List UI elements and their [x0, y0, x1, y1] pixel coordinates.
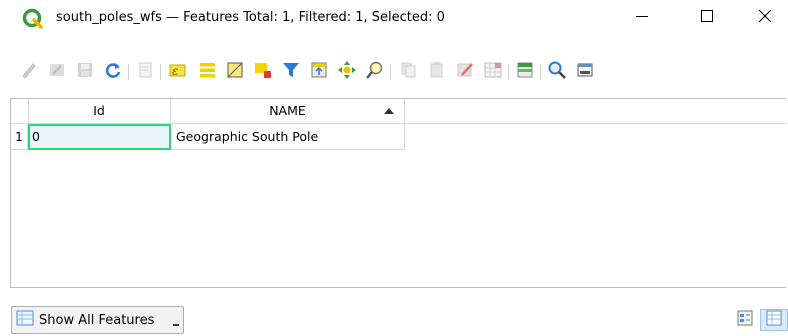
table-corner-button[interactable]: [11, 99, 29, 123]
zoom-to-selected-button[interactable]: [364, 61, 386, 83]
refresh-icon: [104, 61, 122, 83]
move-selection-top-button[interactable]: [308, 61, 330, 83]
copy-rows-button[interactable]: [398, 61, 420, 83]
table-icon: [16, 309, 34, 331]
invert-selection-button[interactable]: [224, 61, 246, 83]
form-view-button[interactable]: [735, 309, 755, 331]
window-title: south_poles_wfs — Features Total: 1, Fil…: [56, 10, 445, 25]
attribute-table[interactable]: Id NAME 1 0 Geographic South Pole: [10, 98, 786, 288]
toggle-editing-button[interactable]: [18, 61, 40, 83]
toolbar-separator: [160, 64, 161, 80]
maximize-button[interactable]: [684, 0, 730, 36]
zoom-icon: [365, 60, 385, 84]
sort-ascending-icon: [384, 108, 394, 114]
column-header-name[interactable]: NAME: [171, 99, 405, 123]
new-field-button[interactable]: [482, 61, 504, 83]
toolbar-separator: [128, 64, 129, 80]
paste-icon: [428, 61, 446, 83]
table-row[interactable]: 1 0 Geographic South Pole: [11, 124, 405, 150]
invert-selection-icon: [225, 60, 245, 84]
close-button[interactable]: [742, 0, 788, 36]
dock-icon: [575, 60, 595, 84]
show-all-features-label: Show All Features: [39, 312, 155, 328]
table-view-button[interactable]: [760, 309, 788, 331]
column-header-name-label: NAME: [269, 103, 306, 118]
column-header-id[interactable]: Id: [28, 99, 171, 123]
toolbar-separator: [390, 64, 391, 80]
close-icon: [758, 9, 772, 26]
pan-icon: [337, 60, 357, 84]
table-header: Id NAME: [11, 99, 786, 124]
multi-edit-icon: [48, 61, 66, 83]
row-header[interactable]: 1: [11, 124, 28, 150]
save-edits-button[interactable]: [74, 61, 96, 83]
add-feature-icon: [136, 61, 154, 83]
pan-to-selected-button[interactable]: [336, 61, 358, 83]
form-view-icon: [736, 309, 754, 331]
delete-icon: [456, 61, 474, 83]
table-cell-id[interactable]: 0: [28, 124, 171, 150]
title-bar: south_poles_wfs — Features Total: 1, Fil…: [0, 0, 788, 36]
filter-select-button[interactable]: [280, 61, 302, 83]
select-all-button[interactable]: [196, 61, 218, 83]
select-by-expression-button[interactable]: ε: [166, 61, 188, 83]
toolbar-separator: [508, 64, 509, 80]
conditional-format-icon: [547, 60, 567, 84]
add-feature-button[interactable]: [134, 61, 156, 83]
pencil-icon: [20, 61, 38, 83]
dropdown-indicator-icon: [173, 324, 179, 326]
save-icon: [76, 61, 94, 83]
deselect-icon: [253, 60, 273, 84]
new-field-icon: [483, 60, 503, 84]
show-all-features-button[interactable]: Show All Features: [11, 306, 184, 334]
minimize-icon: [636, 10, 648, 26]
field-calculator-button[interactable]: [514, 61, 536, 83]
table-view-icon: [765, 309, 783, 331]
copy-icon: [400, 61, 418, 83]
toolbar-separator: [540, 64, 541, 80]
expression-select-icon: ε: [167, 60, 187, 84]
filter-icon: [281, 60, 301, 84]
qgis-icon: [22, 8, 44, 30]
toggle-multi-edit-button[interactable]: [46, 61, 68, 83]
svg-text:ε: ε: [172, 64, 178, 78]
bottom-bar: Show All Features: [0, 292, 788, 336]
paste-features-button[interactable]: [426, 61, 448, 83]
attribute-table-toolbar: ε: [0, 49, 788, 95]
move-top-icon: [309, 60, 329, 84]
calculator-icon: [515, 60, 535, 84]
table-cell-name[interactable]: Geographic South Pole: [171, 124, 405, 150]
select-all-icon: [197, 60, 217, 84]
maximize-icon: [701, 10, 713, 26]
conditional-formatting-button[interactable]: [546, 61, 568, 83]
deselect-all-button[interactable]: [252, 61, 274, 83]
reload-table-button[interactable]: [102, 61, 124, 83]
minimize-button[interactable]: [619, 0, 665, 36]
dock-button[interactable]: [574, 61, 596, 83]
delete-features-button[interactable]: [454, 61, 476, 83]
